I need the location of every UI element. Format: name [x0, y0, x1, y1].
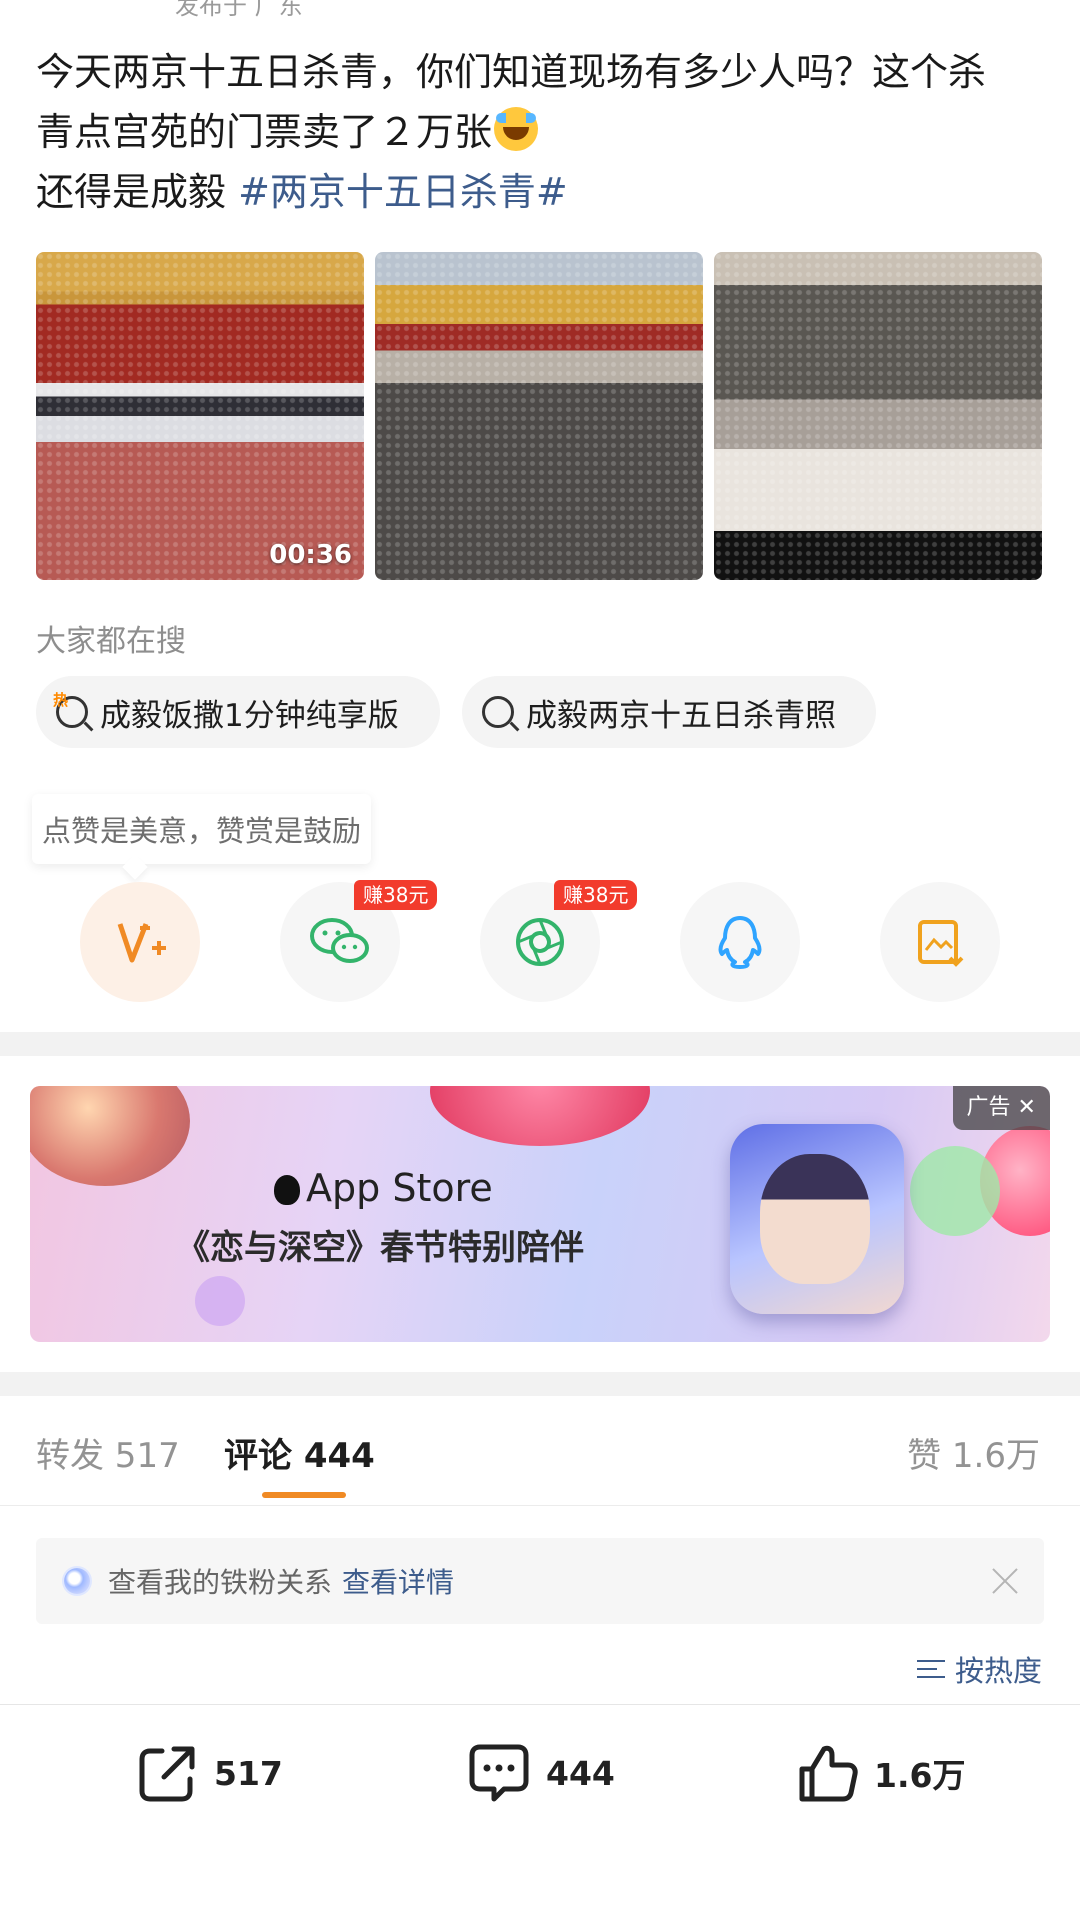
save-image-button[interactable]	[880, 882, 1000, 1002]
video-duration: 00:36	[269, 540, 352, 570]
repost-count: 517	[214, 1753, 283, 1793]
save-image-icon	[918, 920, 964, 967]
crowd-texture	[714, 252, 1042, 580]
ad-decoration	[430, 1086, 650, 1146]
trending-search-label: 成毅两京十五日杀青照	[526, 697, 836, 734]
hot-search-icon: 热	[53, 691, 88, 728]
laughing-crying-emoji-icon	[494, 107, 539, 151]
reward-tip: 点赞是美意，赞赏是鼓励	[32, 794, 372, 864]
sort-icon	[916, 1658, 945, 1680]
post-location-cutoff: 发布于 广东	[175, 0, 303, 20]
wechat-icon	[310, 918, 369, 963]
ad-character-image	[760, 1154, 870, 1284]
crowd-texture	[36, 252, 364, 580]
sort-by-hot-button[interactable]: 按热度	[916, 1648, 1042, 1690]
trending-search-label: 成毅饭撒1分钟纯享版	[100, 697, 399, 734]
earn-badge: 赚38元	[554, 880, 638, 910]
like-button[interactable]: 1.6万	[796, 1738, 965, 1808]
post-image-3[interactable]	[714, 252, 1042, 580]
ad-app-icon	[730, 1124, 904, 1314]
sort-label: 按热度	[954, 1654, 1042, 1688]
fan-badge-icon	[64, 1568, 90, 1594]
tab-like[interactable]: 赞 1.6万	[907, 1428, 1040, 1477]
share-arrow-icon	[139, 1746, 195, 1802]
apple-icon	[274, 1175, 300, 1205]
tab-repost[interactable]: 转发 517	[36, 1428, 180, 1477]
share-qq-button[interactable]	[680, 882, 800, 1002]
bottom-bar-divider	[0, 1704, 1080, 1705]
trending-search-item[interactable]: 成毅两京十五日杀青照	[462, 676, 876, 748]
trending-search-title: 大家都在搜	[36, 624, 186, 659]
search-icon	[482, 696, 514, 728]
ad-decoration	[910, 1146, 1000, 1236]
section-divider	[0, 1032, 1080, 1056]
ad-headline: 《恋与深空》春节特别陪伴	[176, 1228, 584, 1268]
trending-search-item[interactable]: 热 成毅饭撒1分钟纯享版	[36, 676, 440, 748]
earn-badge: 赚38元	[354, 880, 438, 910]
post-line-2-text: 青点宫苑的门票卖了２万张	[36, 110, 493, 154]
comment-bubble-icon	[469, 1744, 529, 1802]
ad-label-text: 广告	[966, 1095, 1011, 1120]
fan-relation-bar: 查看我的铁粉关系 查看详情	[36, 1538, 1044, 1624]
ad-decoration	[30, 1086, 190, 1186]
ad-close-label[interactable]: 广告 ✕	[952, 1086, 1050, 1130]
comment-count: 444	[546, 1753, 615, 1793]
hot-tag: 热	[53, 691, 69, 709]
post-line-3: 还得是成毅 #两京十五日杀青#	[36, 162, 1046, 222]
active-tab-indicator	[262, 1492, 346, 1498]
post-line-1: 今天两京十五日杀青，你们知道现场有多少人吗？这个杀	[36, 50, 987, 94]
ad-store-label: App Store	[306, 1166, 493, 1210]
post-body: 今天两京十五日杀青，你们知道现场有多少人吗？这个杀 青点宫苑的门票卖了２万张 还…	[36, 42, 1046, 222]
fan-details-link[interactable]: 查看详情	[342, 1561, 454, 1601]
like-count: 1.6万	[874, 1756, 966, 1795]
reward-button[interactable]	[80, 882, 200, 1002]
section-divider	[0, 1372, 1080, 1396]
moments-icon	[516, 918, 564, 966]
tab-divider	[0, 1505, 1080, 1506]
tab-comment[interactable]: 评论 444	[224, 1428, 375, 1477]
close-icon[interactable]	[990, 1566, 1020, 1596]
post-image-2[interactable]	[375, 252, 703, 580]
ad-banner[interactable]: App Store 《恋与深空》春节特别陪伴 广告 ✕	[30, 1086, 1050, 1342]
ad-decoration	[195, 1276, 245, 1326]
crowd-texture	[375, 252, 703, 580]
comment-button[interactable]: 444	[466, 1738, 615, 1808]
reward-v-plus-icon	[117, 923, 166, 963]
repost-button[interactable]: 517	[136, 1738, 283, 1808]
post-video-thumbnail[interactable]: 00:36	[36, 252, 364, 580]
hashtag-link[interactable]: #两京十五日杀青#	[238, 170, 568, 214]
thumbs-up-icon	[799, 1745, 858, 1802]
post-line-2: 青点宫苑的门票卖了２万张	[36, 102, 1046, 162]
fan-relation-text: 查看我的铁粉关系	[108, 1566, 333, 1599]
qq-icon	[718, 916, 762, 969]
ad-store-name: App Store	[274, 1166, 493, 1210]
post-line-3-text: 还得是成毅	[36, 170, 239, 214]
